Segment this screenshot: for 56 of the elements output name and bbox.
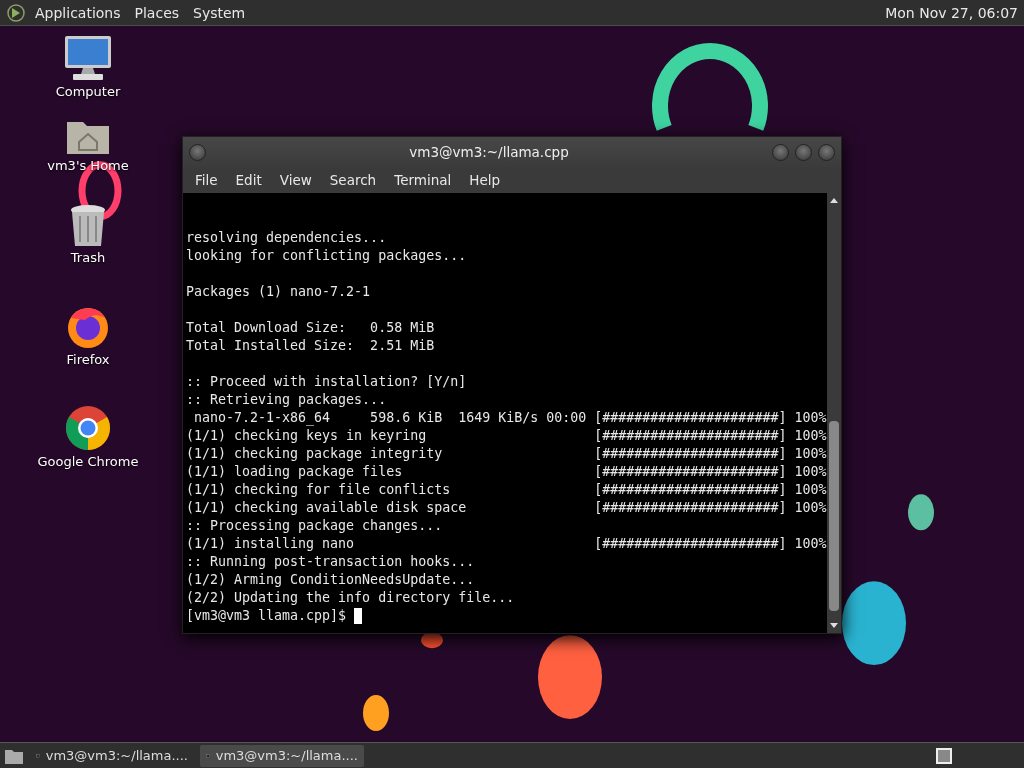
- menu-item[interactable]: Search: [321, 172, 385, 188]
- terminal-line: :: Retrieving packages...: [186, 391, 388, 409]
- window-title: vm3@vm3:~/llama.cpp: [408, 144, 570, 160]
- terminal-line: (1/2) Arming ConditionNeedsUpdate...: [186, 571, 476, 589]
- scrollbar[interactable]: [827, 193, 841, 633]
- bubble-drawing: [363, 695, 389, 731]
- minimize-button[interactable]: [772, 143, 789, 161]
- terminal-line: nano-7.2-1-x86_64 598.6 KiB 1649 KiB/s 00:00 [######################] 100%: [193, 409, 827, 427]
- menu-item[interactable]: File: [187, 172, 226, 188]
- workspace-switcher[interactable]: [936, 747, 952, 764]
- chrome-icon: [64, 404, 112, 452]
- menu-item[interactable]: View: [271, 172, 320, 188]
- taskbar-button[interactable]: vm3@vm3:~/llama....: [30, 744, 194, 767]
- window-menu-button[interactable]: [189, 143, 206, 161]
- trash-icon: [69, 204, 107, 248]
- menu-item[interactable]: Help: [461, 172, 509, 188]
- desktop-icon-label[interactable]: vm3's Home: [47, 158, 129, 173]
- logo-icon[interactable]: [6, 2, 26, 23]
- menu-item[interactable]: Terminal: [386, 172, 460, 188]
- clock[interactable]: Mon Nov 27, 06:07: [885, 4, 1018, 21]
- desktop-icon-label[interactable]: Computer: [55, 84, 121, 99]
- panel-menu[interactable]: Places: [129, 4, 185, 21]
- task-label: vm3@vm3:~/llama....: [215, 748, 358, 763]
- bubble-drawing: [908, 494, 934, 531]
- taskbar-button[interactable]: vm3@vm3:~/llama....: [200, 744, 364, 767]
- panel-menu[interactable]: System: [188, 4, 251, 21]
- terminal-line: (1/1) loading package files [######################] 100%: [186, 463, 827, 481]
- terminal-line: :: Processing package changes...: [186, 517, 444, 535]
- computer-icon: [63, 34, 113, 82]
- terminal-line: (1/1) checking available disk space [######################] 100%: [186, 499, 827, 517]
- panel-menu[interactable]: Applications: [30, 4, 126, 21]
- terminal-line: :: Proceed with installation? [Y/n]: [186, 373, 468, 391]
- task-label: vm3@vm3:~/llama....: [45, 748, 188, 763]
- terminal-line: Packages (1) nano-7.2-1: [186, 283, 372, 301]
- bubble-drawing: [421, 632, 443, 649]
- terminal-line: Total Download Size: 0.58 MiB: [186, 319, 436, 337]
- text-cursor: [354, 608, 363, 624]
- terminal-line: (1/1) checking keys in keyring [######################] 100%: [186, 427, 827, 445]
- close-button[interactable]: [818, 143, 835, 161]
- terminal-line: :: Running post-transaction hooks...: [186, 553, 476, 571]
- terminal-line: Total Installed Size: 2.51 MiB: [186, 337, 436, 355]
- scroll-up-icon[interactable]: [829, 196, 839, 206]
- terminal-line: (1/1) checking package integrity [######################] 100%: [186, 445, 827, 463]
- scrollbar-thumb[interactable]: [829, 421, 839, 611]
- terminal-line: looking for conflicting packages...: [186, 247, 468, 265]
- maximize-button[interactable]: [795, 143, 812, 161]
- desktop-icon-label[interactable]: Trash: [70, 250, 106, 265]
- terminal-line: (2/2) Updating the info directory file...: [186, 589, 516, 607]
- terminal-line: (1/1) installing nano [######################] 100%: [186, 535, 827, 553]
- terminal-line: (1/1) checking for file conflicts [######################] 100%: [186, 481, 827, 499]
- desktop-icon-label[interactable]: Google Chrome: [37, 454, 139, 469]
- terminal-line: resolving dependencies...: [186, 229, 388, 247]
- scroll-down-icon[interactable]: [829, 620, 839, 630]
- menu-item[interactable]: Edit: [227, 172, 270, 188]
- desktop-icon-label[interactable]: Firefox: [66, 352, 110, 367]
- shell-prompt: [vm3@vm3 llama.cpp]$: [186, 607, 348, 625]
